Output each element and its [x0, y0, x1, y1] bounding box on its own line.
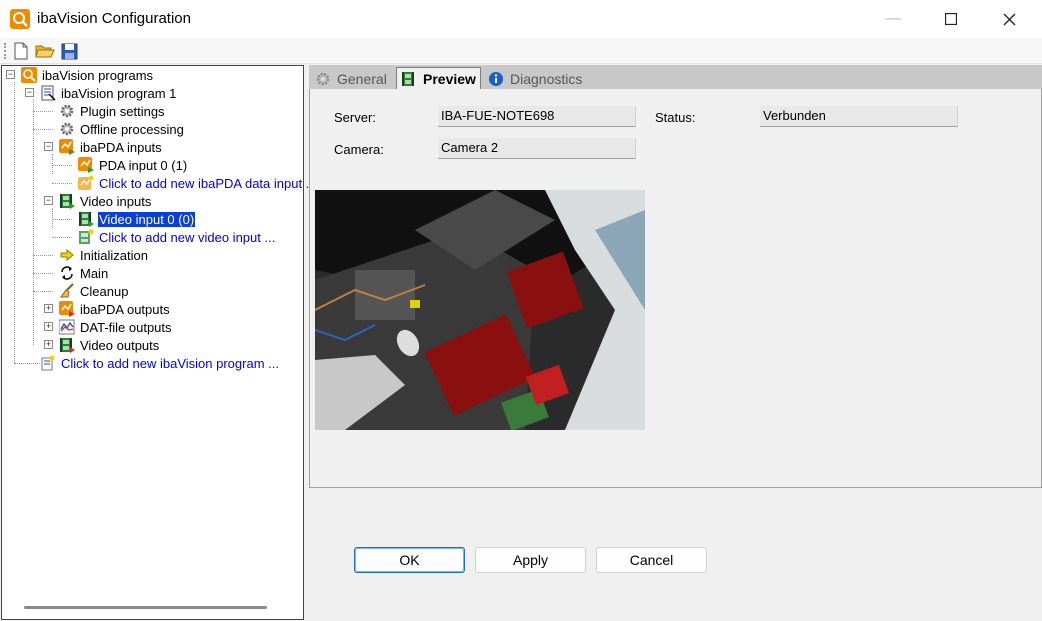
maximize-button[interactable]	[922, 0, 980, 38]
tab-control: General Preview Diagnostics Server: IBA-…	[309, 65, 1042, 488]
gear-icon	[58, 121, 76, 137]
program-tree[interactable]: − − − − + + + ibaVision programs ibaVisi…	[1, 65, 317, 620]
tree-item-add-video-input[interactable]: Click to add new video input ...	[77, 228, 276, 246]
apply-button[interactable]: Apply	[475, 547, 586, 573]
program-icon	[39, 85, 57, 101]
tree-label: DAT-file outputs	[80, 319, 172, 335]
camera-label: Camera:	[334, 142, 384, 157]
close-button[interactable]	[980, 0, 1038, 38]
tab-label: General	[337, 70, 387, 87]
title-bar: ibaVision Configuration —	[0, 0, 1042, 38]
arrow-right-icon	[58, 247, 76, 263]
window-title: ibaVision Configuration	[37, 10, 191, 27]
ok-button[interactable]: OK	[354, 547, 465, 573]
tree-item-cleanup[interactable]: Cleanup	[58, 282, 129, 300]
pda-output-icon	[58, 301, 76, 317]
tree-item-program-1[interactable]: ibaVision program 1	[39, 84, 177, 102]
collapse-video-inputs-icon[interactable]: −	[44, 196, 53, 205]
minimize-button[interactable]: —	[864, 0, 922, 38]
tree-item-video-inputs[interactable]: Video inputs	[58, 192, 152, 210]
tree-label: Click to add new ibaVision program ...	[61, 355, 279, 371]
tab-preview[interactable]: Preview	[396, 67, 481, 89]
expand-video-outputs-icon[interactable]: +	[44, 340, 53, 349]
tree-item-video-input-0[interactable]: Video input 0 (0)	[77, 210, 197, 228]
toolbar-grip[interactable]	[4, 43, 6, 59]
tree-label: ibaPDA outputs	[80, 301, 170, 317]
tree-item-add-pda-input[interactable]: Click to add new ibaPDA data input ...	[77, 174, 318, 192]
expand-dat-outputs-icon[interactable]: +	[44, 322, 53, 331]
server-label: Server:	[334, 110, 376, 125]
tree-item-offline-processing[interactable]: Offline processing	[58, 120, 185, 138]
pda-input-icon	[58, 139, 76, 155]
loop-icon	[58, 265, 76, 281]
video-output-icon	[58, 337, 76, 353]
tree-item-pda-input-0[interactable]: PDA input 0 (1)	[77, 156, 188, 174]
tree-item-initialization[interactable]: Initialization	[58, 246, 149, 264]
tree-item-dat-outputs[interactable]: DAT-file outputs	[58, 318, 173, 336]
film-icon	[401, 71, 417, 87]
tree-item-add-program[interactable]: Click to add new ibaVision program ...	[39, 354, 280, 372]
tree-label: Main	[80, 265, 109, 281]
tree-label: Video inputs	[80, 193, 152, 209]
gear-icon	[315, 71, 331, 87]
camera-field: Camera 2	[438, 138, 636, 159]
tab-label: Diagnostics	[510, 70, 583, 87]
preview-panel: Server: IBA-FUE-NOTE698 Status: Verbunde…	[309, 89, 1042, 488]
tree-item-video-outputs[interactable]: Video outputs	[58, 336, 160, 354]
tree-label: PDA input 0 (1)	[99, 157, 188, 173]
add-pda-input-icon	[77, 175, 95, 191]
expand-pda-outputs-icon[interactable]: +	[44, 304, 53, 313]
tree-label: Initialization	[80, 247, 148, 263]
tree-item-pda-outputs[interactable]: ibaPDA outputs	[58, 300, 171, 318]
tab-diagnostics[interactable]: Diagnostics	[484, 68, 586, 89]
camera-preview-image	[315, 190, 645, 430]
add-video-input-icon	[77, 229, 95, 245]
tab-general[interactable]: General	[311, 68, 391, 89]
ibavision-programs-icon	[20, 67, 38, 83]
video-input-icon	[58, 193, 76, 209]
tree-label: ibaPDA inputs	[80, 139, 162, 155]
broom-icon	[58, 283, 76, 299]
collapse-root-icon[interactable]: −	[6, 70, 15, 79]
pda-input-icon	[77, 157, 95, 173]
tree-label: ibaVision programs	[42, 67, 154, 83]
tree-horizontal-scrollbar[interactable]	[24, 606, 267, 609]
tree-label: ibaVision program 1	[61, 85, 177, 101]
tree-label: Click to add new ibaPDA data input ...	[99, 175, 317, 191]
info-icon	[488, 71, 504, 87]
tree-label: Offline processing	[80, 121, 184, 137]
tree-item-main[interactable]: Main	[58, 264, 109, 282]
tab-strip: General Preview Diagnostics	[309, 65, 1042, 89]
toolbar	[0, 38, 1042, 64]
video-input-icon	[77, 211, 95, 227]
tree-label: Plugin settings	[80, 103, 165, 119]
open-folder-icon[interactable]	[35, 41, 55, 61]
tree-item-plugin-settings[interactable]: Plugin settings	[58, 102, 166, 120]
tree-item-programs[interactable]: ibaVision programs	[20, 66, 154, 84]
tree-label: Video outputs	[80, 337, 160, 353]
ibavision-app-icon	[10, 9, 30, 29]
tree-item-pda-inputs[interactable]: ibaPDA inputs	[58, 138, 163, 156]
tree-label: Video input 0 (0)	[96, 210, 197, 228]
collapse-pda-inputs-icon[interactable]: −	[44, 142, 53, 151]
new-document-icon[interactable]	[11, 41, 31, 61]
add-program-icon	[39, 355, 57, 371]
collapse-program-icon[interactable]: −	[25, 88, 34, 97]
status-label: Status:	[655, 110, 696, 125]
tree-label: Click to add new video input ...	[99, 229, 276, 245]
tree-label: Cleanup	[80, 283, 129, 299]
dat-file-icon	[58, 319, 76, 335]
status-field: Verbunden	[760, 106, 958, 127]
cancel-button[interactable]: Cancel	[596, 547, 707, 573]
save-icon[interactable]	[59, 41, 79, 61]
gear-icon	[58, 103, 76, 119]
server-field: IBA-FUE-NOTE698	[438, 106, 636, 127]
tab-label: Preview	[423, 70, 476, 87]
